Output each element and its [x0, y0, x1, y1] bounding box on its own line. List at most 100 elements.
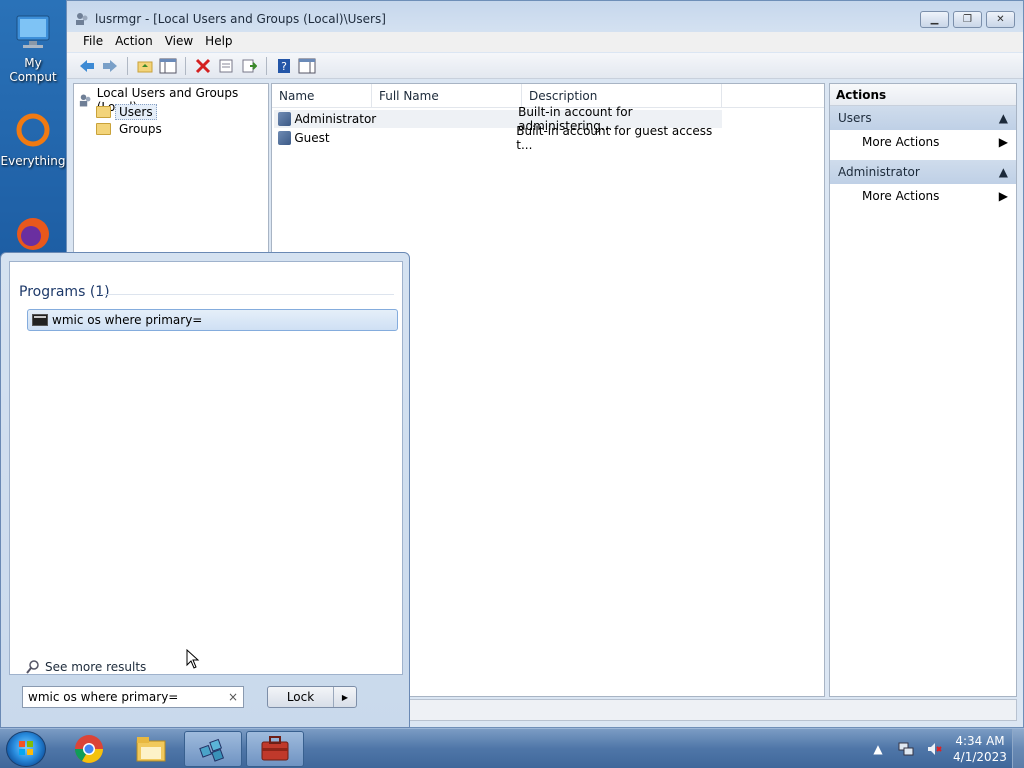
- help-icon: ?: [278, 58, 290, 73]
- system-tray: ▲ 4:34 AM 4/1/2023: [864, 729, 1024, 768]
- more-actions-users[interactable]: More Actions ▶: [830, 130, 1016, 154]
- start-menu: Programs (1) wmic os where primary= See …: [0, 252, 410, 728]
- tree-item-groups-label: Groups: [119, 122, 162, 136]
- desktop-icon-everything[interactable]: Everything: [0, 112, 66, 168]
- volume-muted-icon: [928, 743, 942, 755]
- search-results-panel: Programs (1) wmic os where primary= See …: [9, 261, 403, 675]
- collapse-up-icon: ▲: [998, 111, 1008, 125]
- taskbar: ▲ 4:34 AM 4/1/2023: [0, 728, 1024, 768]
- column-header-description[interactable]: Description: [522, 84, 722, 107]
- mouse-cursor-icon: [186, 649, 200, 669]
- start-button[interactable]: [6, 731, 46, 767]
- tree-item-users-label: Users: [115, 104, 157, 120]
- results-section-title: Programs (1): [19, 284, 110, 300]
- more-actions-administrator[interactable]: More Actions ▶: [830, 184, 1016, 208]
- monitor-icon: [16, 15, 50, 48]
- show-hide-action-pane-button[interactable]: [297, 56, 317, 76]
- delete-x-icon: [195, 58, 211, 73]
- up-level-button[interactable]: [135, 56, 155, 76]
- show-hidden-icons-button[interactable]: ▲: [870, 741, 886, 757]
- delete-button[interactable]: [193, 56, 213, 76]
- users-groups-icon: [79, 94, 91, 107]
- actions-section-administrator[interactable]: Administrator ▲: [830, 160, 1016, 184]
- actions-pane: Actions Users ▲ More Actions ▶ Administr…: [829, 83, 1017, 697]
- menu-bar: File Action View Help: [67, 32, 1023, 52]
- user-account-disabled-icon: [278, 131, 292, 145]
- taskbar-clock[interactable]: 4:34 AM 4/1/2023: [948, 733, 1012, 765]
- toolbar: ?: [67, 53, 1023, 79]
- column-header-name[interactable]: Name: [272, 84, 372, 107]
- properties-icon: [219, 59, 233, 72]
- clear-search-button[interactable]: ×: [228, 690, 238, 704]
- help-button[interactable]: ?: [274, 56, 294, 76]
- menu-view[interactable]: View: [159, 32, 199, 52]
- window-title: lusrmgr - [Local Users and Groups (Local…: [95, 12, 386, 26]
- lock-button[interactable]: Lock: [268, 687, 334, 707]
- folder-icon: [96, 123, 111, 135]
- actions-section-title: Users: [838, 111, 872, 125]
- user-account-icon: [278, 112, 292, 126]
- chevron-up-icon: ▲: [873, 742, 883, 756]
- tree-item-users[interactable]: Users: [96, 104, 157, 120]
- desktop-icon-firefox[interactable]: [0, 214, 66, 256]
- search-result-item[interactable]: wmic os where primary=: [27, 309, 398, 331]
- show-desktop-button[interactable]: [1012, 729, 1024, 768]
- desktop-icon-label: My Comput: [9, 56, 57, 84]
- close-icon: ✕: [996, 14, 1005, 25]
- windows-logo-icon: [19, 741, 33, 755]
- taskbar-registry-editor[interactable]: [184, 731, 242, 767]
- maximize-button[interactable]: ❐: [953, 11, 982, 28]
- column-header-full-name[interactable]: Full Name: [372, 84, 522, 107]
- taskbar-file-explorer[interactable]: [122, 731, 180, 767]
- minimize-button[interactable]: ▁: [920, 11, 949, 28]
- export-list-icon: [242, 59, 257, 72]
- file-explorer-icon: [136, 737, 166, 762]
- network-tray-icon[interactable]: [898, 741, 914, 757]
- tree-item-groups[interactable]: Groups: [96, 122, 162, 136]
- actions-section-users[interactable]: Users ▲: [830, 106, 1016, 130]
- clock-date: 4/1/2023: [953, 750, 1007, 764]
- clock-time: 4:34 AM: [955, 734, 1005, 748]
- see-more-results-label: See more results: [45, 660, 147, 674]
- collapse-up-icon: ▲: [998, 165, 1008, 179]
- minimize-icon: ▁: [930, 14, 939, 25]
- taskbar-chrome[interactable]: [60, 731, 118, 767]
- more-actions-label: More Actions: [862, 189, 940, 203]
- desktop-icon-my-computer[interactable]: My Comput: [0, 10, 66, 84]
- taskbar-computer-management[interactable]: [246, 731, 304, 767]
- forward-button[interactable]: [100, 56, 120, 76]
- menu-help[interactable]: Help: [199, 32, 238, 52]
- users-app-icon: [76, 13, 88, 25]
- menu-file[interactable]: File: [77, 32, 109, 52]
- start-search-box[interactable]: ×: [22, 686, 244, 708]
- console-tree-icon: [159, 58, 177, 73]
- row-name: Guest: [294, 131, 330, 145]
- desktop-icon-label: Everything: [0, 154, 66, 168]
- menu-action[interactable]: Action: [109, 32, 159, 52]
- properties-button[interactable]: [216, 56, 236, 76]
- back-button[interactable]: [77, 56, 97, 76]
- list-row-guest[interactable]: Guest Built-in account for guest access …: [274, 124, 722, 152]
- start-search-input[interactable]: [28, 690, 218, 704]
- everything-search-icon: [16, 113, 50, 147]
- actions-section-title: Administrator: [838, 165, 920, 179]
- close-button[interactable]: ✕: [986, 11, 1015, 28]
- power-button-group: Lock ▶: [267, 686, 357, 708]
- search-result-label: wmic os where primary=: [52, 313, 203, 327]
- folder-icon: [96, 106, 111, 118]
- search-icon: [26, 660, 39, 674]
- forward-arrow-icon: [103, 59, 117, 72]
- toolbar-separator: [266, 56, 267, 75]
- see-more-results-link[interactable]: See more results: [26, 660, 146, 674]
- arrow-right-icon: ▶: [341, 692, 349, 702]
- show-hide-console-tree-button[interactable]: [158, 56, 178, 76]
- toolbar-separator: [185, 56, 186, 75]
- actions-header: Actions: [830, 84, 1016, 106]
- volume-tray-icon[interactable]: [926, 741, 942, 757]
- more-actions-label: More Actions: [862, 135, 940, 149]
- power-options-arrow-button[interactable]: ▶: [334, 687, 356, 707]
- folder-up-icon: [137, 61, 153, 72]
- export-list-button[interactable]: [239, 56, 259, 76]
- submenu-arrow-icon: ▶: [998, 135, 1008, 149]
- chrome-icon: [75, 735, 103, 763]
